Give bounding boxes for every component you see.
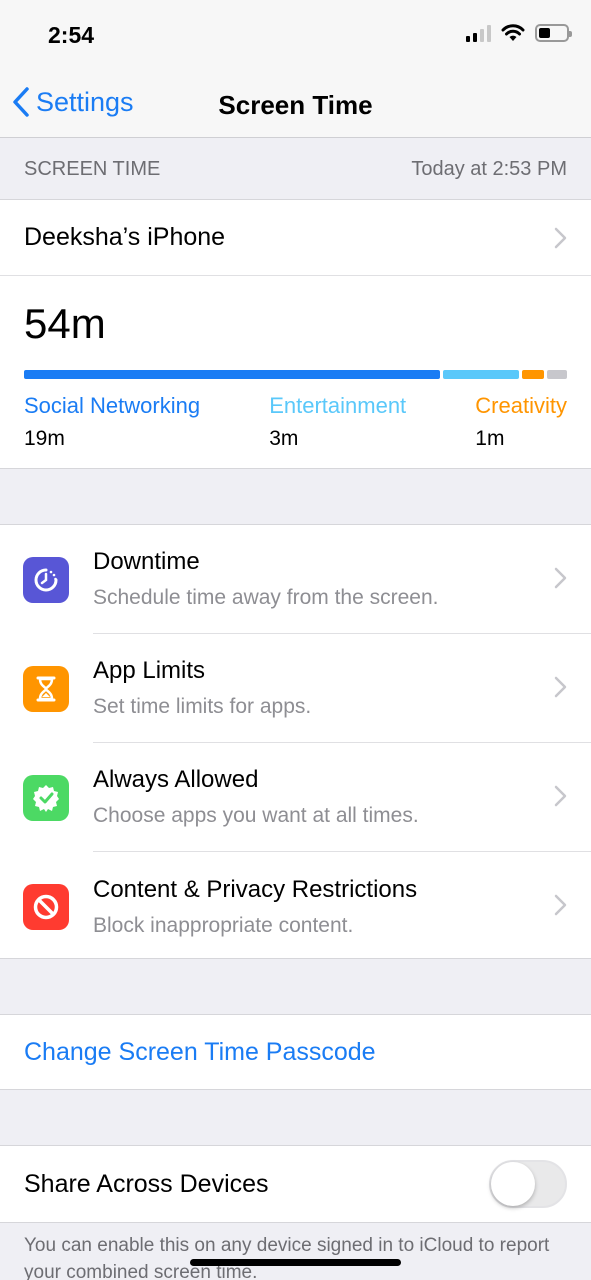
chevron-right-icon	[554, 894, 567, 916]
downtime-row[interactable]: Downtime Schedule time away from the scr…	[0, 525, 591, 634]
options-card: Downtime Schedule time away from the scr…	[0, 524, 591, 959]
always-allowed-text: Always Allowed Choose apps you want at a…	[93, 743, 591, 852]
usage-total: 54m	[24, 300, 106, 347]
status-time: 2:54	[48, 22, 95, 48]
menu-title: Content & Privacy Restrictions	[93, 875, 418, 903]
usage-bar-other	[547, 370, 567, 379]
always-allowed-icon-box	[23, 774, 69, 821]
section-label: SCREEN TIME	[24, 157, 161, 180]
chevron-right-icon	[554, 567, 567, 589]
downtime-icon-box	[23, 556, 69, 603]
category-creativity: Creativity 1m	[475, 393, 567, 451]
status-bar: 2:54	[0, 0, 591, 70]
menu-title: Always Allowed	[93, 766, 259, 793]
menu-subtitle: Block inappropriate content.	[93, 913, 354, 937]
change-passcode-link[interactable]: Change Screen Time Passcode	[0, 1015, 591, 1089]
chevron-right-icon	[554, 676, 567, 698]
chevron-right-icon	[554, 227, 567, 248]
app-limits-text: App Limits Set time limits for apps.	[93, 634, 591, 743]
hourglass-icon	[36, 676, 56, 701]
content-privacy-row[interactable]: Content & Privacy Restrictions Block ina…	[0, 852, 591, 961]
category-label: Social Networking	[24, 393, 201, 418]
always-allowed-row[interactable]: Always Allowed Choose apps you want at a…	[0, 743, 591, 852]
app-limits-row[interactable]: App Limits Set time limits for apps.	[0, 634, 591, 743]
checkmark-badge-icon	[33, 784, 59, 812]
share-row: Share Across Devices	[0, 1146, 591, 1222]
chevron-right-icon	[554, 785, 567, 807]
share-label: Share Across Devices	[24, 1169, 269, 1198]
signal-icon	[466, 24, 491, 42]
usage-bar-social	[24, 370, 440, 379]
share-toggle[interactable]	[489, 1160, 567, 1208]
category-label: Entertainment	[269, 393, 407, 418]
passcode-card: Change Screen Time Passcode	[0, 1014, 591, 1090]
downtime-text: Downtime Schedule time away from the scr…	[93, 525, 591, 634]
app-limits-icon-box	[23, 665, 69, 712]
menu-title: Downtime	[93, 548, 200, 575]
page-title: Screen Time	[218, 90, 373, 120]
home-indicator	[190, 1259, 401, 1266]
restriction-icon	[33, 894, 59, 919]
usage-bar-creativity	[522, 370, 545, 379]
menu-subtitle: Choose apps you want at all times.	[93, 804, 419, 827]
usage-categories: Social Networking 19m Entertainment 3m C…	[24, 393, 567, 451]
category-time: 19m	[24, 427, 65, 450]
category-entertainment: Entertainment 3m	[269, 393, 406, 451]
share-footer-note: You can enable this on any device signed…	[24, 1235, 550, 1280]
category-time: 1m	[475, 427, 505, 450]
section-header: SCREEN TIME Today at 2:53 PM	[0, 138, 591, 200]
category-label: Creativity	[475, 393, 567, 418]
nav-bar: Settings Screen Time	[0, 70, 591, 138]
toggle-knob	[491, 1162, 535, 1206]
device-name: Deeksha’s iPhone	[24, 223, 226, 251]
last-updated: Today at 2:53 PM	[411, 157, 567, 180]
category-social: Social Networking 19m	[24, 393, 200, 451]
status-icons	[466, 24, 572, 42]
share-card: Share Across Devices	[0, 1145, 591, 1223]
category-time: 3m	[269, 427, 299, 450]
menu-subtitle: Schedule time away from the screen.	[93, 586, 439, 609]
usage-bar	[24, 370, 567, 379]
battery-icon	[535, 24, 572, 42]
usage-card: Deeksha’s iPhone 54m Social Networking 1…	[0, 199, 591, 469]
content-privacy-text: Content & Privacy Restrictions Block ina…	[93, 852, 591, 961]
content-privacy-icon-box	[23, 883, 69, 930]
menu-subtitle: Set time limits for apps.	[93, 695, 312, 718]
device-row[interactable]: Deeksha’s iPhone	[0, 200, 591, 276]
usage-bar-entertainment	[442, 370, 520, 379]
wifi-icon	[501, 24, 525, 41]
downtime-icon	[34, 568, 58, 591]
menu-title: App Limits	[93, 657, 206, 684]
